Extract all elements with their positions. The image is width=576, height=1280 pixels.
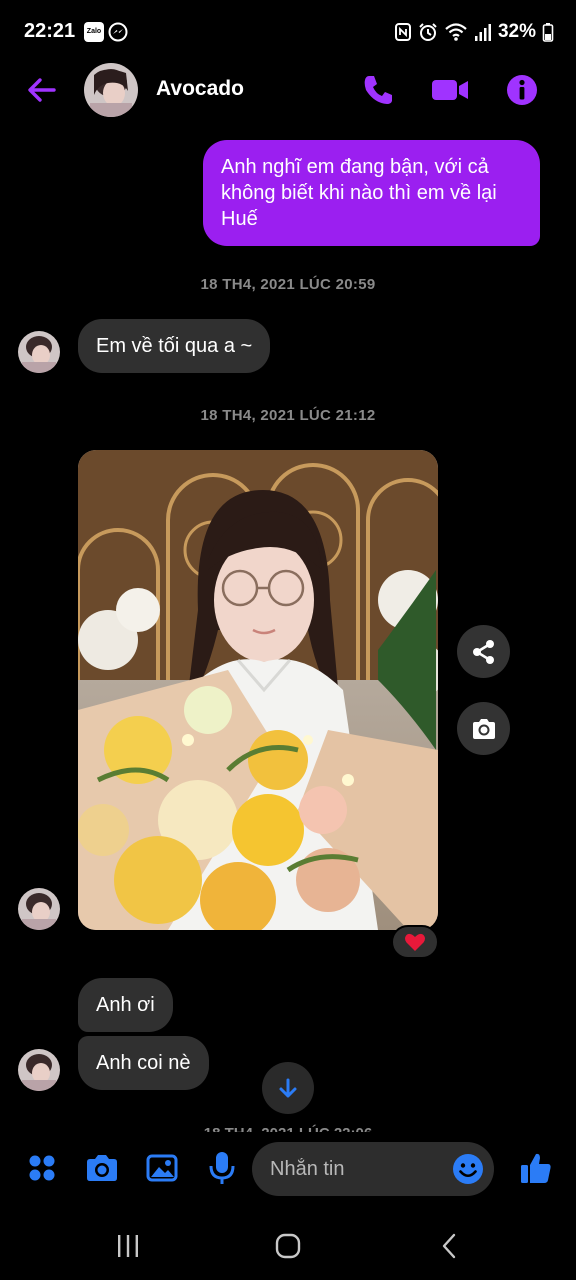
camera-icon	[87, 1155, 117, 1181]
smile-icon	[453, 1154, 483, 1184]
info-icon	[507, 75, 537, 105]
message-timestamp: 18 TH4, 2021 LÚC 21:12	[200, 407, 376, 424]
emoji-button[interactable]	[452, 1153, 484, 1185]
home-icon	[275, 1233, 301, 1259]
voice-call-button[interactable]	[360, 72, 396, 108]
message-input[interactable]	[270, 1142, 440, 1196]
phone-icon	[364, 76, 392, 104]
grid-dots-icon	[29, 1155, 55, 1181]
arrow-left-icon	[28, 78, 56, 102]
microphone-icon	[209, 1152, 235, 1184]
gallery-button[interactable]	[144, 1150, 180, 1186]
battery-percent: 32%	[497, 21, 536, 42]
thumbs-up-icon	[521, 1153, 551, 1183]
arrow-down-icon	[279, 1078, 297, 1098]
message-text: Anh nghĩ em đang bận, với cả không biết …	[221, 156, 497, 230]
contact-name[interactable]: Avocado	[156, 77, 244, 101]
messenger-icon	[108, 22, 128, 42]
recent-apps-icon	[118, 1235, 138, 1257]
camera-icon	[472, 718, 495, 739]
share-button[interactable]	[457, 625, 510, 678]
conversation-header: Avocado	[0, 60, 576, 120]
message-composer	[0, 1136, 576, 1202]
sender-avatar[interactable]	[18, 888, 60, 930]
voice-record-button[interactable]	[204, 1150, 240, 1186]
incoming-message[interactable]: Em về tối qua a ~	[78, 319, 271, 373]
status-time: 22:21	[24, 20, 76, 42]
zalo-icon: Zalo	[84, 22, 104, 42]
chevron-left-icon	[442, 1233, 456, 1259]
incoming-message[interactable]: Anh coi nè	[78, 1036, 209, 1090]
contact-avatar[interactable]	[84, 63, 138, 117]
image-icon	[146, 1154, 178, 1182]
heart-icon	[405, 933, 425, 951]
video-call-button[interactable]	[430, 72, 470, 108]
message-text: Em về tối qua a ~	[96, 335, 253, 357]
battery-icon	[542, 23, 554, 42]
incoming-message[interactable]: Anh ơi	[78, 978, 173, 1032]
outgoing-message[interactable]: Anh nghĩ em đang bận, với cả không biết …	[203, 140, 540, 246]
share-icon	[472, 639, 494, 664]
status-bar: 22:21 Zalo 32%	[0, 0, 576, 64]
sender-avatar[interactable]	[18, 1049, 60, 1091]
system-back-button[interactable]	[430, 1230, 470, 1262]
info-button[interactable]	[504, 72, 540, 108]
save-photo-button[interactable]	[457, 702, 510, 755]
like-button[interactable]	[518, 1150, 554, 1186]
message-input-wrapper	[252, 1142, 494, 1196]
signal-icon	[474, 24, 491, 41]
system-nav-bar	[0, 1210, 576, 1280]
camera-button[interactable]	[84, 1150, 120, 1186]
sender-avatar[interactable]	[18, 331, 60, 373]
nfc-icon	[394, 23, 411, 41]
menu-button[interactable]	[24, 1150, 60, 1186]
back-button[interactable]	[24, 72, 60, 108]
message-timestamp: 18 TH4, 2021 LÚC 20:59	[200, 276, 376, 293]
message-text: Anh coi nè	[96, 1052, 191, 1074]
wifi-icon	[445, 23, 467, 41]
message-text: Anh ơi	[96, 994, 155, 1016]
alarm-icon	[419, 23, 437, 41]
recent-apps-button[interactable]	[108, 1230, 148, 1262]
home-button[interactable]	[268, 1230, 308, 1262]
reaction-badge[interactable]	[391, 925, 439, 959]
message-timestamp-partial: 18 TH4, 2021 LÚC 22:06	[0, 1124, 576, 1132]
video-camera-icon	[432, 80, 468, 100]
photo-message[interactable]	[78, 450, 438, 930]
scroll-to-bottom-button[interactable]	[262, 1062, 314, 1114]
status-indicators: 32%	[394, 20, 554, 44]
